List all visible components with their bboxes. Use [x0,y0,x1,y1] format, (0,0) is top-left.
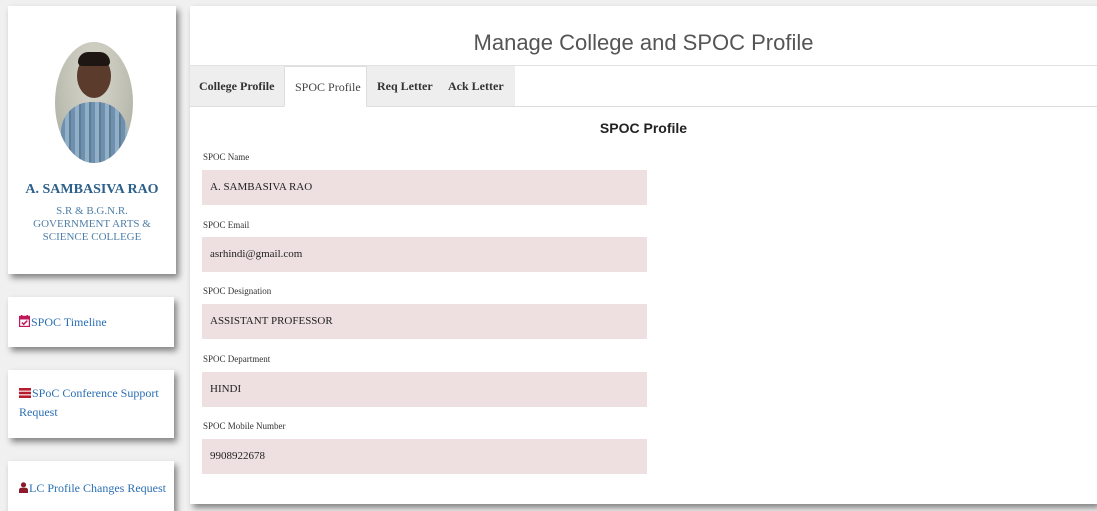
sidebar-item-lc-profile-changes[interactable]: LC Profile Changes Request [8,461,174,511]
tab-bar: College Profile SPOC Profile Req Letter … [190,66,1097,107]
spoc-name-field[interactable]: A. SAMBASIVA RAO [202,170,647,205]
profile-card: A. SAMBASIVA RAO S.R & B.G.N.R. GOVERNME… [8,6,176,274]
tab-req-letter[interactable]: Req Letter [367,66,437,106]
spoc-email-field[interactable]: asrhindi@gmail.com [202,237,647,272]
spoc-name-label: SPOC Name [203,152,250,162]
spoc-department-field[interactable]: HINDI [202,372,647,407]
tabs: College Profile SPOC Profile Req Letter … [190,66,515,107]
section-title: SPOC Profile [599,120,688,136]
spoc-mobile-label: SPOC Mobile Number [203,421,286,431]
spoc-mobile-field[interactable]: 9908922678 [202,439,647,474]
tab-ack-letter[interactable]: Ack Letter [437,66,515,106]
spoc-department-label: SPOC Department [203,354,271,364]
spoc-email-label: SPOC Email [203,220,250,230]
sidebar-item-label[interactable]: LC Profile Changes Request [29,481,166,495]
tab-spoc-profile[interactable]: SPOC Profile [284,66,367,107]
sidebar-item-label[interactable]: SPoC Conference Support Request [19,386,159,419]
profile-name: A. SAMBASIVA RAO [25,182,159,197]
server-icon [19,385,31,403]
main-panel: Manage College and SPOC Profile College … [190,6,1097,504]
spoc-designation-field[interactable]: ASSISTANT PROFESSOR [202,304,647,339]
sidebar-item-label[interactable]: SPOC Timeline [31,315,107,329]
spoc-designation-label: SPOC Designation [203,286,272,296]
calendar-check-icon [18,314,31,332]
page-title: Manage College and SPOC Profile [190,6,1097,66]
sidebar-item-conference-support[interactable]: SPoC Conference Support Request [8,370,174,438]
avatar [55,42,133,163]
sidebar-item-spoc-timeline[interactable]: SPOC Timeline [8,297,174,347]
tab-college-profile[interactable]: College Profile [190,66,284,106]
user-icon [19,480,28,498]
profile-college: S.R & B.G.N.R. GOVERNMENT ARTS & SCIENCE… [33,205,151,243]
